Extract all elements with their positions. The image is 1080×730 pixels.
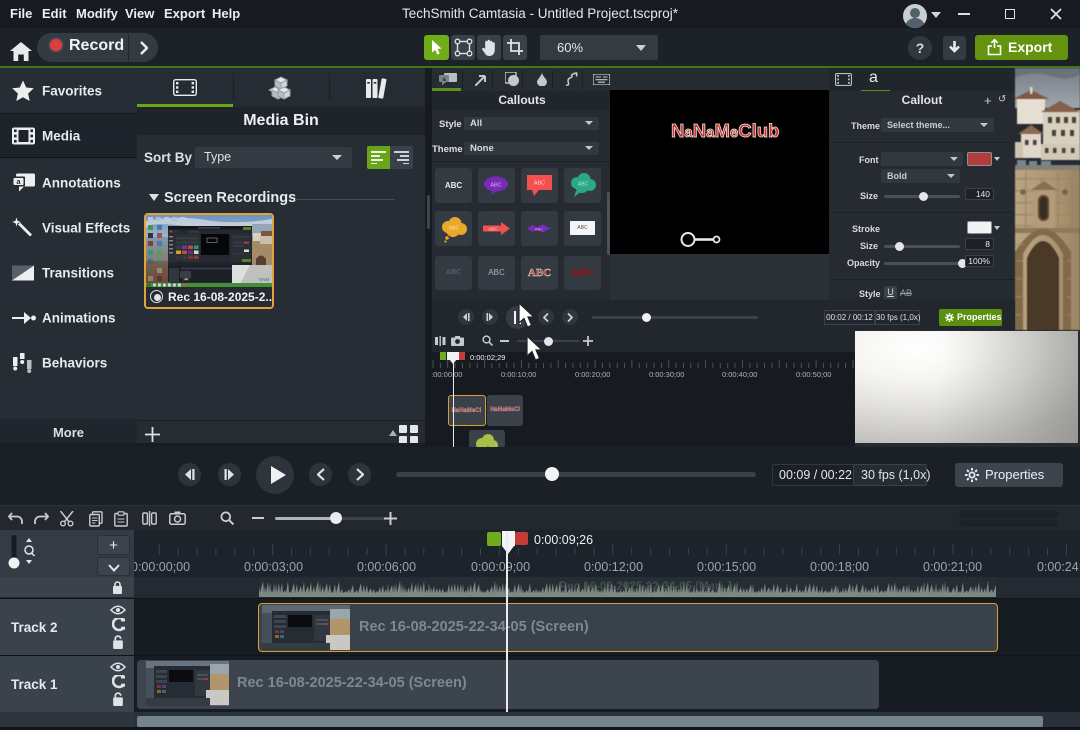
svg-text:ABC: ABC [449, 226, 460, 232]
svg-text:ABC: ABC [490, 183, 501, 189]
svg-text:NNM: NNM [259, 277, 269, 282]
svg-text:ABC: ABC [578, 182, 589, 188]
svg-text:ABC: ABC [535, 227, 543, 232]
svg-text:ABC: ABC [534, 181, 545, 187]
svg-text:ABC: ABC [488, 227, 498, 232]
